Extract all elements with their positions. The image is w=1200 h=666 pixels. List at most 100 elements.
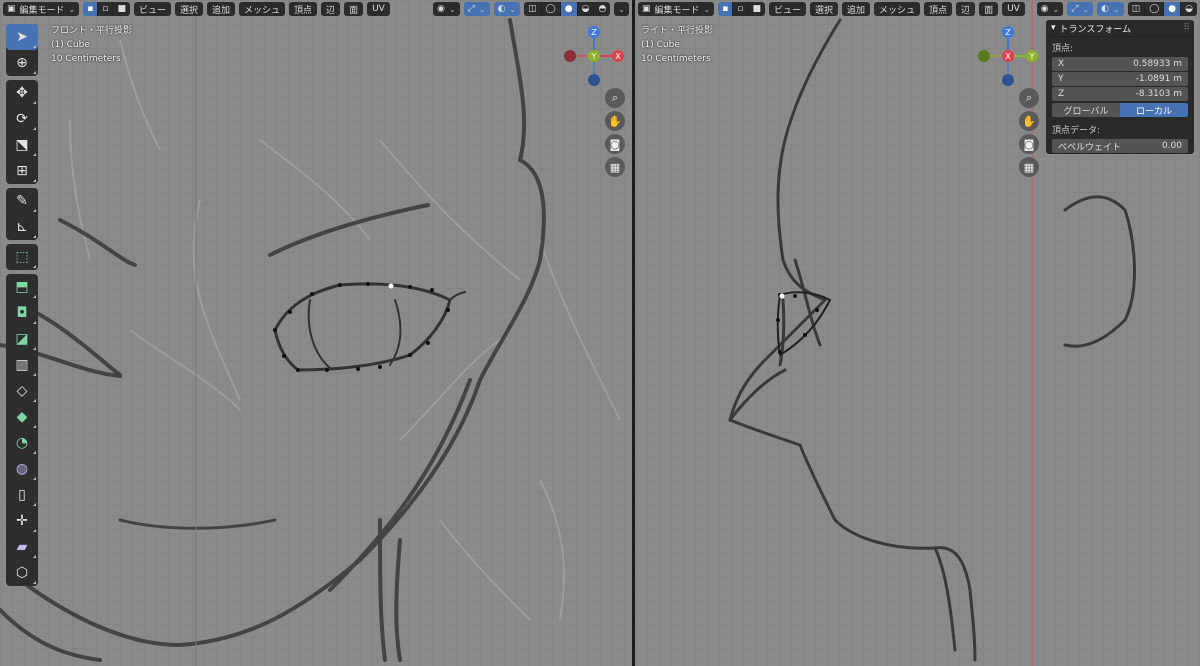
overlay-dropdown[interactable]: ◐ ⌄: [493, 2, 521, 16]
chevron-down-icon: ⌄: [1052, 4, 1060, 14]
menu-uv[interactable]: UV: [1002, 2, 1025, 16]
vertex-select-button[interactable]: ▪: [83, 2, 99, 16]
material-shading-button[interactable]: ◒: [577, 2, 595, 16]
mode-dropdown[interactable]: ▣ 編集モード ⌄: [3, 2, 80, 16]
scale-tool[interactable]: ⬔: [6, 132, 38, 158]
visibility-dropdown[interactable]: ◉ ⌄: [1036, 2, 1064, 16]
transform-tool[interactable]: ⊞: [6, 158, 38, 184]
loop-cut-tool[interactable]: ▥: [6, 352, 38, 378]
tool-shelf: ➤ ⊕ ✥ ⟳ ⬔ ⊞ ✎ ⊾ ⬚ ⬒ ◘ ◪ ▥ ◇ ◆ ◔ ◍ ▯ ✛ ▰: [6, 24, 38, 590]
gizmo-label-x: X: [1005, 52, 1011, 61]
menu-face[interactable]: 面: [979, 2, 999, 16]
gizmo-dropdown[interactable]: ⤢ ⌄: [1067, 2, 1094, 16]
vertex-z-field[interactable]: Z -8.3103 m: [1052, 87, 1188, 101]
vertex-data-label: 頂点データ:: [1052, 126, 1101, 136]
menu-edge[interactable]: 辺: [956, 2, 976, 16]
xray-button[interactable]: ◫: [1127, 2, 1146, 16]
extrude-tool[interactable]: ⬒: [6, 274, 38, 300]
select-mode-group: ▪ ▫ ■: [718, 2, 765, 16]
menu-uv[interactable]: UV: [367, 2, 390, 16]
camera-icon[interactable]: ◙: [1019, 134, 1039, 154]
spin-tool[interactable]: ◔: [6, 430, 38, 456]
menu-add[interactable]: 追加: [207, 2, 236, 16]
mode-label: 編集モード: [654, 5, 700, 16]
shear-tool[interactable]: ▰: [6, 534, 38, 560]
edge-select-button[interactable]: ▫: [733, 2, 749, 16]
chevron-down-icon: ⌄: [703, 4, 711, 14]
mode-dropdown[interactable]: ▣ 編集モード ⌄: [638, 2, 715, 16]
overlay-dropdown[interactable]: ◐ ⌄: [1097, 2, 1124, 16]
poly-build-tool[interactable]: ◆: [6, 404, 38, 430]
grid-icon[interactable]: ▦: [1019, 157, 1039, 177]
cursor-tool[interactable]: ⊕: [6, 50, 38, 76]
menu-mesh[interactable]: メッシュ: [874, 2, 921, 16]
hand-pan-icon[interactable]: ✋: [1019, 111, 1039, 131]
local-button[interactable]: ローカル: [1120, 103, 1188, 117]
edge-select-button[interactable]: ▫: [98, 2, 114, 16]
measure-tool[interactable]: ⊾: [6, 214, 38, 240]
menu-view[interactable]: ビュー: [133, 2, 171, 16]
move-tool[interactable]: ✥: [6, 80, 38, 106]
menu-edge[interactable]: 辺: [321, 2, 341, 16]
chevron-down-icon: ⌄: [68, 4, 76, 14]
viewport-info-right: ライト・平行投影 (1) Cube 10 Centimeters: [641, 24, 713, 66]
menu-view[interactable]: ビュー: [768, 2, 806, 16]
wireframe-shading-button[interactable]: ◯: [541, 2, 561, 16]
overlay-icon: ◐: [1101, 4, 1109, 14]
menu-vertex[interactable]: 頂点: [289, 2, 318, 16]
select-box-tool[interactable]: ➤: [6, 24, 38, 50]
hand-pan-icon[interactable]: ✋: [605, 111, 625, 131]
menu-select[interactable]: 選択: [174, 2, 203, 16]
edge-slide-tool[interactable]: ▯: [6, 482, 38, 508]
pencil-icon: ✎: [16, 193, 28, 209]
zoom-icon[interactable]: ⌕: [605, 88, 625, 108]
smooth-tool[interactable]: ◍: [6, 456, 38, 482]
face-select-button[interactable]: ■: [113, 2, 130, 16]
menu-vertex[interactable]: 頂点: [924, 2, 953, 16]
collapse-triangle-icon: ▾: [1051, 23, 1056, 33]
transform-panel: ▾ トランスフォーム ⠿ 頂点: X 0.58933 m Y -1.0891 m…: [1046, 20, 1194, 154]
bevel-weight-field[interactable]: ベベルウェイト 0.00: [1052, 139, 1188, 153]
menu-face[interactable]: 面: [344, 2, 364, 16]
rotate-tool[interactable]: ⟳: [6, 106, 38, 132]
viewport-front[interactable]: ▣ 編集モード ⌄ ▪ ▫ ■ ビュー 選択 追加 メッシュ 頂点 辺 面 UV…: [0, 0, 632, 666]
grid-icon[interactable]: ▦: [605, 157, 625, 177]
loop-cut-icon: ▥: [15, 357, 29, 373]
vertex-select-button[interactable]: ▪: [718, 2, 734, 16]
bevel-tool[interactable]: ◪: [6, 326, 38, 352]
face-select-button[interactable]: ■: [748, 2, 765, 16]
vertex-x-field[interactable]: X 0.58933 m: [1052, 57, 1188, 71]
material-shading-button[interactable]: ◒: [1181, 2, 1197, 16]
chevron-down-icon: ⌄: [1082, 4, 1090, 14]
inset-icon: ◘: [16, 305, 28, 321]
shading-dropdown[interactable]: ⌄: [614, 2, 629, 16]
knife-tool[interactable]: ◇: [6, 378, 38, 404]
solid-shading-button[interactable]: ●: [560, 2, 578, 16]
xray-button[interactable]: ◫: [524, 2, 542, 16]
menu-add[interactable]: 追加: [842, 2, 871, 16]
spin-icon: ◔: [15, 435, 29, 451]
chevron-down-icon: ⌄: [509, 4, 517, 14]
gizmo-dropdown[interactable]: ⤢ ⌄: [463, 2, 490, 16]
drag-handle-icon[interactable]: ⠿: [1183, 23, 1190, 33]
menu-select[interactable]: 選択: [809, 2, 838, 16]
annotate-tool[interactable]: ✎: [6, 188, 38, 214]
wireframe-shading-button[interactable]: ◯: [1145, 2, 1165, 16]
vertex-y-field[interactable]: Y -1.0891 m: [1052, 72, 1188, 86]
add-cube-tool[interactable]: ⬚: [6, 244, 38, 270]
global-button[interactable]: グローバル: [1052, 103, 1120, 117]
panel-header[interactable]: ▾ トランスフォーム ⠿: [1046, 20, 1194, 37]
gizmo-label-z: Z: [591, 28, 597, 37]
rip-tool[interactable]: ⬡: [6, 560, 38, 586]
menu-mesh[interactable]: メッシュ: [239, 2, 286, 16]
visibility-dropdown[interactable]: ◉ ⌄: [433, 2, 460, 16]
eye-icon: ◉: [1040, 4, 1049, 14]
inset-tool[interactable]: ◘: [6, 300, 38, 326]
zoom-icon[interactable]: ⌕: [1019, 88, 1039, 108]
camera-icon[interactable]: ◙: [605, 134, 625, 154]
edit-mode-icon: ▣: [7, 4, 16, 14]
bevel-value: 0.00: [1161, 141, 1182, 151]
shrink-fatten-tool[interactable]: ✛: [6, 508, 38, 534]
solid-shading-button[interactable]: ●: [1164, 2, 1182, 16]
rendered-shading-button[interactable]: ◓: [594, 2, 611, 16]
